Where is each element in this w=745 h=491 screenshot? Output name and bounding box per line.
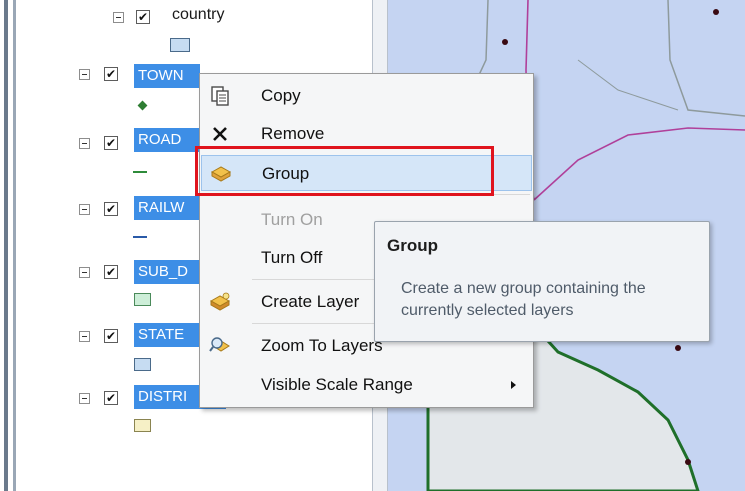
zoom-to-layers-icon xyxy=(209,337,230,352)
copy-icon xyxy=(211,86,229,106)
line-symbol xyxy=(133,171,147,173)
collapse-icon[interactable] xyxy=(79,138,90,149)
layer-name-town[interactable]: TOWN xyxy=(134,64,200,88)
collapse-icon[interactable] xyxy=(79,69,90,80)
menu-item-label: Create Layer xyxy=(261,292,360,311)
layer-checkbox[interactable]: ✔ xyxy=(104,265,118,279)
layer-checkbox[interactable]: ✔ xyxy=(104,329,118,343)
collapse-icon[interactable] xyxy=(113,12,124,23)
tooltip-title: Group xyxy=(387,236,438,255)
highlight-frame xyxy=(195,146,494,196)
layer-checkbox[interactable]: ✔ xyxy=(104,391,118,405)
create-layer-icon xyxy=(209,292,231,311)
layer-name-sub-d[interactable]: SUB_D xyxy=(134,260,200,284)
layer-name-road[interactable]: ROAD xyxy=(134,128,200,152)
collapse-icon[interactable] xyxy=(79,267,90,278)
boundary-line xyxy=(667,0,745,117)
menu-item-copy[interactable]: Copy xyxy=(201,78,532,114)
menu-item-label: Zoom To Layers xyxy=(261,336,383,355)
dock-bar xyxy=(4,0,8,491)
line-symbol xyxy=(133,236,147,238)
town-point xyxy=(675,345,681,351)
layer-swatch xyxy=(134,419,151,432)
layer-swatch xyxy=(134,358,151,371)
tooltip-body: Create a new group containing the curren… xyxy=(401,280,646,319)
menu-item-label: Turn On xyxy=(261,210,323,229)
point-symbol xyxy=(137,100,148,111)
menu-item-label: Turn Off xyxy=(261,248,323,267)
town-point xyxy=(502,39,508,45)
layer-swatch xyxy=(170,38,190,52)
dock-bar xyxy=(13,0,16,491)
layer-swatch xyxy=(134,293,151,306)
tooltip: Group Create a new group containing the … xyxy=(374,221,710,342)
layer-name-country[interactable]: country xyxy=(168,3,228,27)
remove-icon xyxy=(213,127,227,141)
railway-line xyxy=(533,127,745,201)
boundary-line xyxy=(577,59,679,111)
dock-edge xyxy=(0,0,26,491)
layer-checkbox[interactable]: ✔ xyxy=(104,67,118,81)
town-point xyxy=(713,9,719,15)
layer-name-railway[interactable]: RAILW xyxy=(134,196,200,220)
layer-checkbox[interactable]: ✔ xyxy=(136,10,150,24)
menu-item-visible-scale-range[interactable]: Visible Scale Range xyxy=(201,367,532,403)
layer-checkbox[interactable]: ✔ xyxy=(104,202,118,216)
menu-item-label: Visible Scale Range xyxy=(261,375,413,394)
collapse-icon[interactable] xyxy=(79,204,90,215)
layer-name-state[interactable]: STATE xyxy=(134,323,200,347)
collapse-icon[interactable] xyxy=(79,331,90,342)
submenu-arrow-icon xyxy=(511,381,516,389)
menu-item-label: Copy xyxy=(261,86,301,105)
town-point xyxy=(685,459,691,465)
collapse-icon[interactable] xyxy=(79,393,90,404)
layer-checkbox[interactable]: ✔ xyxy=(104,136,118,150)
